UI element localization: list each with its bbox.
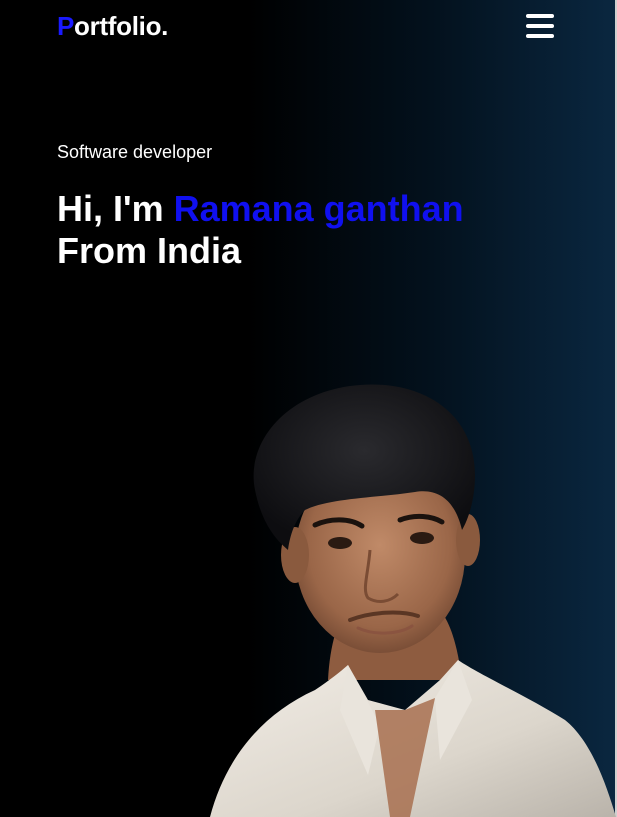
site-header: Portfolio. [0, 0, 615, 54]
logo-accent-letter: P [57, 11, 75, 41]
hero-section: Software developer Hi, I'm Ramana gantha… [57, 140, 577, 272]
hero-name: Ramana ganthan [173, 188, 464, 229]
hero-headline: Hi, I'm Ramana ganthan From India [57, 188, 577, 272]
hamburger-menu-icon[interactable] [525, 12, 555, 40]
hero-origin: From India [57, 230, 242, 271]
profile-photo [210, 384, 616, 817]
logo-text: ortfolio. [74, 11, 169, 41]
hero-greeting: Hi, I'm [57, 188, 174, 229]
hero-subtitle: Software developer [57, 142, 213, 162]
logo[interactable]: Portfolio. [57, 10, 168, 42]
